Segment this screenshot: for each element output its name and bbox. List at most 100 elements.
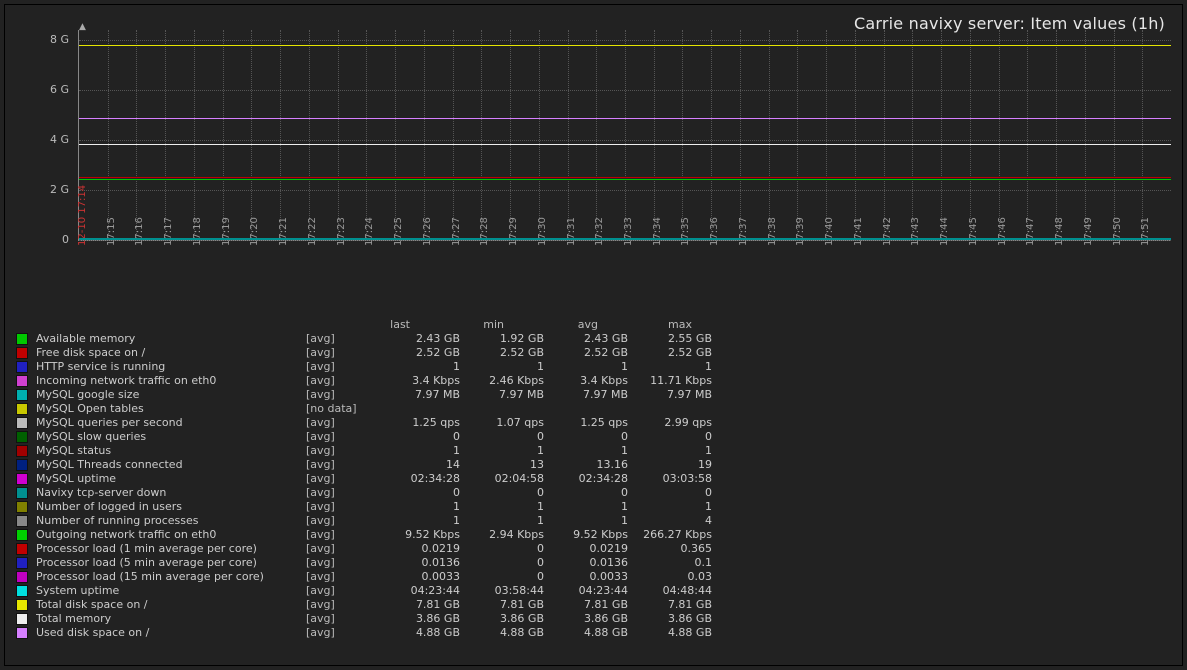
x-gridline	[1142, 30, 1143, 240]
legend-name: Outgoing network traffic on eth0	[36, 528, 306, 542]
x-gridline	[941, 30, 942, 240]
x-tick-label: 17:28	[479, 217, 492, 246]
x-tick-label: 17:22	[307, 217, 320, 246]
x-gridline	[453, 30, 454, 240]
legend-max: 19	[628, 458, 712, 472]
x-gridline	[1114, 30, 1115, 240]
legend-last: 0.0219	[376, 542, 460, 556]
legend-name: Total disk space on /	[36, 598, 306, 612]
x-tick-label: 17:46	[997, 217, 1010, 246]
col-last: last	[316, 318, 410, 332]
legend-avg: 9.52 Kbps	[544, 528, 628, 542]
legend-row[interactable]: Total disk space on /[avg]7.81 GB7.81 GB…	[16, 598, 736, 612]
x-tick-label: 17:20	[249, 217, 262, 246]
x-tick-label: 17:48	[1054, 217, 1067, 246]
legend-name: System uptime	[36, 584, 306, 598]
legend-last: 1	[376, 500, 460, 514]
legend-row[interactable]: Number of running processes[avg]1114	[16, 514, 736, 528]
col-min: min	[410, 318, 504, 332]
col-max: max	[598, 318, 692, 332]
legend-avg: 2.43 GB	[544, 332, 628, 346]
legend-max: 4.88 GB	[628, 626, 712, 640]
x-tick-label: 17:21	[278, 217, 291, 246]
y-tick-label: 8 G	[50, 33, 69, 47]
legend-row[interactable]: MySQL queries per second[avg]1.25 qps1.0…	[16, 416, 736, 430]
legend-avg: 7.81 GB	[544, 598, 628, 612]
legend-swatch	[16, 375, 28, 387]
legend-last: 9.52 Kbps	[376, 528, 460, 542]
x-tick-label: 17:27	[451, 217, 464, 246]
legend-agg: [avg]	[306, 528, 376, 542]
legend-row[interactable]: MySQL google size[avg]7.97 MB7.97 MB7.97…	[16, 388, 736, 402]
legend-row[interactable]: MySQL uptime[avg]02:34:2802:04:5802:34:2…	[16, 472, 736, 486]
x-gridline	[108, 30, 109, 240]
legend-row[interactable]: Incoming network traffic on eth0[avg]3.4…	[16, 374, 736, 388]
legend-swatch	[16, 403, 28, 415]
legend-agg: [avg]	[306, 332, 376, 346]
screen-root: Carrie navixy server: Item values (1h) ▲…	[0, 0, 1187, 670]
legend-row[interactable]: HTTP service is running[avg]1111	[16, 360, 736, 374]
legend-avg: 1	[544, 514, 628, 528]
x-tick-label: 17:49	[1083, 217, 1096, 246]
legend-last: 2.43 GB	[376, 332, 460, 346]
legend-agg: [avg]	[306, 542, 376, 556]
legend-row[interactable]: Processor load (5 min average per core)[…	[16, 556, 736, 570]
legend-agg: [no data]	[306, 402, 376, 416]
legend-row[interactable]: Navixy tcp-server down[avg]0000	[16, 486, 736, 500]
legend-last: 3.86 GB	[376, 612, 460, 626]
legend-max: 7.97 MB	[628, 388, 712, 402]
legend-name: Number of running processes	[36, 514, 306, 528]
legend-last: 7.97 MB	[376, 388, 460, 402]
legend-row[interactable]: MySQL Threads connected[avg]141313.1619	[16, 458, 736, 472]
legend-last: 04:23:44	[376, 584, 460, 598]
x-gridline	[970, 30, 971, 240]
x-gridline	[568, 30, 569, 240]
legend-swatch	[16, 515, 28, 527]
legend-row[interactable]: Total memory[avg]3.86 GB3.86 GB3.86 GB3.…	[16, 612, 736, 626]
legend-row[interactable]: MySQL Open tables[no data]	[16, 402, 736, 416]
legend-avg: 1	[544, 444, 628, 458]
legend-name: MySQL queries per second	[36, 416, 306, 430]
legend-min: 2.52 GB	[460, 346, 544, 360]
legend-max: 1	[628, 500, 712, 514]
chart-plot-area[interactable]: ▲ 02 G4 G6 G8 G12-10 17:1417:1517:1617:1…	[78, 30, 1170, 240]
x-gridline	[510, 30, 511, 240]
series-line	[79, 179, 1171, 180]
legend-row[interactable]: Number of logged in users[avg]1111	[16, 500, 736, 514]
x-gridline	[912, 30, 913, 240]
legend-agg: [avg]	[306, 374, 376, 388]
x-tick-label: 17:36	[709, 217, 722, 246]
legend-name: Processor load (5 min average per core)	[36, 556, 306, 570]
legend-max: 7.81 GB	[628, 598, 712, 612]
legend-last: 4.88 GB	[376, 626, 460, 640]
legend-max: 4	[628, 514, 712, 528]
legend-min: 1.07 qps	[460, 416, 544, 430]
legend-last: 0.0033	[376, 570, 460, 584]
legend-row[interactable]: System uptime[avg]04:23:4403:58:4404:23:…	[16, 584, 736, 598]
legend-row[interactable]: MySQL slow queries[avg]0000	[16, 430, 736, 444]
legend-row[interactable]: Used disk space on /[avg]4.88 GB4.88 GB4…	[16, 626, 736, 640]
legend-row[interactable]: Outgoing network traffic on eth0[avg]9.5…	[16, 528, 736, 542]
legend-agg: [avg]	[306, 360, 376, 374]
x-tick-label: 17:16	[134, 217, 147, 246]
legend-max: 0	[628, 486, 712, 500]
legend-row[interactable]: Available memory[avg]2.43 GB1.92 GB2.43 …	[16, 332, 736, 346]
legend-swatch	[16, 557, 28, 569]
legend-min: 3.86 GB	[460, 612, 544, 626]
legend-agg: [avg]	[306, 416, 376, 430]
x-tick-label: 17:19	[221, 217, 234, 246]
legend-row[interactable]: MySQL status[avg]1111	[16, 444, 736, 458]
legend-swatch	[16, 459, 28, 471]
legend-avg: 0	[544, 430, 628, 444]
x-tick-label: 17:18	[192, 217, 205, 246]
legend-row[interactable]: Free disk space on /[avg]2.52 GB2.52 GB2…	[16, 346, 736, 360]
legend-name: Total memory	[36, 612, 306, 626]
x-gridline	[596, 30, 597, 240]
legend-row[interactable]: Processor load (1 min average per core)[…	[16, 542, 736, 556]
x-date-label: 12-10 17:14	[77, 185, 90, 246]
legend-avg: 3.86 GB	[544, 612, 628, 626]
legend-name: Processor load (1 min average per core)	[36, 542, 306, 556]
legend-min: 1	[460, 444, 544, 458]
x-tick-label: 17:41	[853, 217, 866, 246]
legend-row[interactable]: Processor load (15 min average per core)…	[16, 570, 736, 584]
